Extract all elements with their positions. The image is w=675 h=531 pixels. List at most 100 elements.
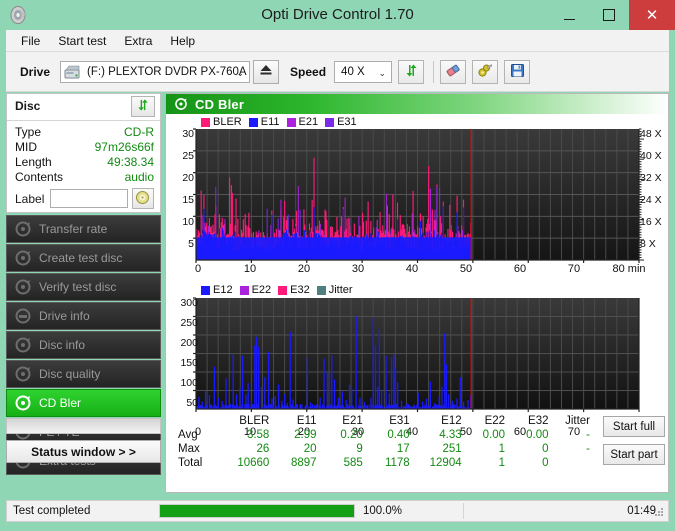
- sidebar-label: Transfer rate: [39, 222, 108, 236]
- legend-item-bler: BLER: [201, 116, 242, 128]
- sidebar-item-verify-test-disc[interactable]: Verify test disc: [6, 273, 161, 301]
- legend-item-e21: E21: [286, 116, 318, 128]
- col-header-e12: E12: [441, 415, 462, 427]
- disc-label-row: Label: [15, 188, 154, 209]
- disc-row-mid: MID 97m26s66f: [15, 140, 154, 155]
- sidebar-label: Create test disc: [39, 251, 123, 265]
- chevron-down-icon: ⌄: [236, 67, 245, 78]
- disc-mid-value: 97m26s66f: [94, 140, 154, 154]
- disc-panel-title: Disc: [15, 99, 41, 113]
- save-button[interactable]: [504, 59, 531, 84]
- bler-xtick-30: 30: [351, 263, 365, 275]
- bler-ytick-20: 20: [182, 172, 194, 184]
- disc-row-type: Type CD-R: [15, 125, 154, 140]
- refresh-arrows-icon: [404, 63, 419, 81]
- sidebar-item-transfer-rate[interactable]: Transfer rate: [6, 215, 161, 243]
- col-header-e11: E11: [296, 415, 317, 427]
- speed-select[interactable]: 40 X ⌄: [334, 60, 393, 83]
- sidebar-item-disc-info[interactable]: Disc info: [6, 331, 161, 359]
- chevron-down-icon: ⌄: [378, 67, 387, 78]
- cell-total-jitter: [555, 456, 597, 470]
- cell-avg-e22: 0.00: [482, 429, 506, 441]
- start-full-button[interactable]: Start full: [603, 416, 665, 437]
- legend-item-e12: E12: [201, 284, 233, 296]
- sidebar-item-cd-bler[interactable]: CD Bler: [6, 389, 161, 417]
- sidebar-label: Disc info: [39, 338, 86, 352]
- cell-total-e31: 1178: [384, 457, 410, 469]
- minimize-button[interactable]: [549, 0, 589, 30]
- left-panel: Disc Type CD-R MID 97m26s66f Length 49:3…: [6, 93, 161, 493]
- bler-ytick-15: 15: [182, 194, 194, 206]
- erase-button[interactable]: [440, 59, 467, 84]
- speed-tick-48x: 48 X: [640, 128, 662, 140]
- sidebar-item-drive-info[interactable]: Drive info: [6, 302, 161, 330]
- cell-avg-e21: 0.20: [340, 429, 363, 441]
- sidebar-item-disc-quality[interactable]: Disc quality: [6, 360, 161, 388]
- disc-verify-icon: [14, 278, 32, 296]
- legend-item-e11: E11: [248, 116, 280, 128]
- title-bar: Opti Drive Control 1.70 ✕: [0, 0, 675, 30]
- disc-length-value: 49:38.34: [107, 155, 154, 169]
- menu-start-test[interactable]: Start test: [49, 32, 115, 50]
- table-header-row: BLER E11 E21 E31 E12 E22 E32 Jitter: [176, 414, 596, 428]
- legend-label: E12: [213, 284, 233, 296]
- menu-extra[interactable]: Extra: [115, 32, 161, 50]
- bler-xtick-0: 0: [194, 263, 202, 275]
- bler-ytick-10: 10: [182, 216, 194, 228]
- refresh-button[interactable]: [398, 59, 425, 84]
- eraser-icon: [445, 63, 461, 81]
- progress-fill: [160, 505, 354, 517]
- disc-info-icon: [14, 336, 32, 354]
- disc-label-browse-button[interactable]: [131, 188, 154, 209]
- table-row: Max 26 20 9 17 251 1 0 -: [176, 442, 596, 456]
- tools-button[interactable]: [472, 59, 499, 84]
- legend-swatch: [278, 285, 288, 295]
- status-bar: Test completed 100.0% 01:49: [6, 500, 669, 522]
- speed-label: Speed: [290, 64, 327, 79]
- bler-chart-legend: BLER E11 E21 E31: [201, 116, 364, 128]
- e12-ytick-100: 100: [180, 377, 198, 389]
- menu-help[interactable]: Help: [161, 32, 204, 50]
- eject-button[interactable]: [253, 59, 280, 84]
- col-header-blank: [176, 414, 223, 428]
- status-window-button[interactable]: Status window > >: [6, 440, 161, 463]
- legend-item-e31: E31: [325, 116, 357, 128]
- disc-label-input[interactable]: [49, 189, 128, 208]
- disc-quality-icon: [14, 365, 32, 383]
- disc-refresh-button[interactable]: [131, 96, 155, 117]
- row-label-avg: Avg: [178, 429, 198, 441]
- resize-grip-icon[interactable]: [653, 506, 665, 518]
- cell-avg-bler: 3.58: [246, 429, 270, 441]
- speed-tick-40x: 40 X: [640, 150, 662, 162]
- maximize-button[interactable]: [589, 0, 629, 30]
- bler-chart[interactable]: [166, 128, 668, 278]
- statistics-table: BLER E11 E21 E31 E12 E22 E32 Jitter Avg: [176, 414, 596, 470]
- eject-icon: [259, 64, 273, 79]
- sidebar-item-create-test-disc[interactable]: Create test disc: [6, 244, 161, 272]
- drive-label: Drive: [20, 64, 51, 79]
- floppy-save-icon: [510, 63, 525, 81]
- cell-total-e21: 585: [343, 457, 363, 469]
- cell-max-bler: 26: [256, 443, 270, 455]
- status-message: Test completed: [13, 505, 91, 517]
- col-header-e21: E21: [342, 415, 363, 427]
- e12-chart[interactable]: [166, 297, 668, 427]
- cell-avg-e31: 0.40: [387, 429, 410, 441]
- legend-label: E22: [251, 284, 272, 296]
- sidebar-filler: [6, 418, 161, 434]
- bler-xtick-10: 10: [243, 263, 257, 275]
- legend-swatch: [248, 117, 258, 127]
- cell-max-jitter: -: [586, 443, 590, 455]
- speed-tick-32x: 32 X: [640, 172, 662, 184]
- close-button[interactable]: ✕: [629, 0, 675, 30]
- cell-avg-jitter: -: [586, 429, 590, 441]
- cell-max-e11: 20: [303, 443, 317, 455]
- menu-file[interactable]: File: [12, 32, 49, 50]
- disc-length-label: Length: [15, 155, 52, 169]
- charts-area: BLER E11 E21 E31 30 25 20 15 10 5 48 X 4…: [166, 114, 668, 492]
- cd-disc-icon: [135, 190, 150, 208]
- cell-max-e21: 9: [356, 443, 363, 455]
- elapsed-time: 01:49: [627, 505, 656, 517]
- drive-select[interactable]: (F:) PLEXTOR DVDR PX-760A 1.07 ⌄: [60, 60, 251, 83]
- start-part-button[interactable]: Start part: [603, 444, 665, 465]
